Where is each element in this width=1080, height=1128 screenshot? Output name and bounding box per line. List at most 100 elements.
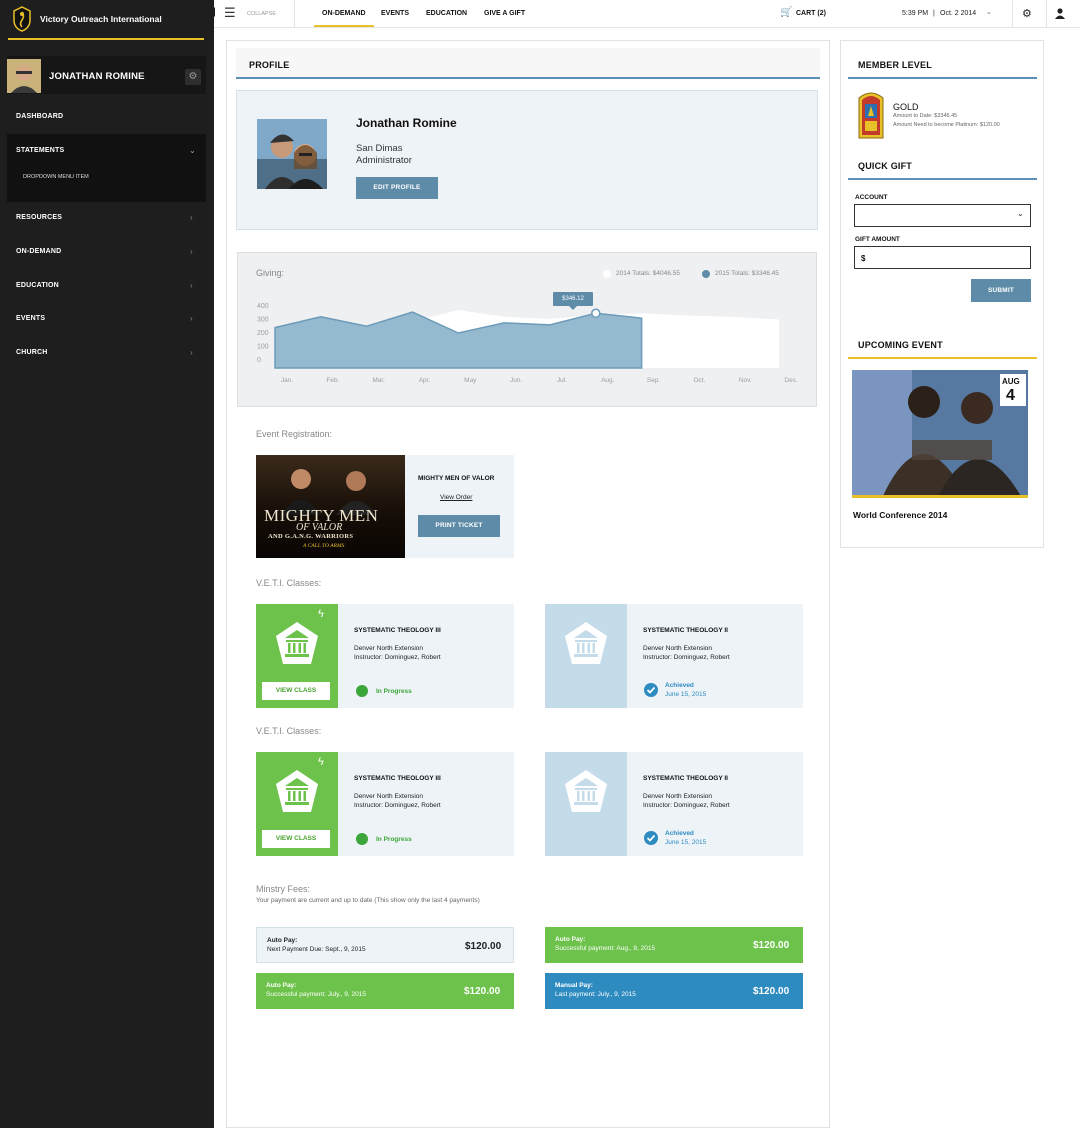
chevron-right-icon: › [190,247,193,256]
institution-icon [276,770,318,812]
x-tick-label: Jan. [281,377,293,384]
heading-underline [848,77,1037,79]
cart-link[interactable]: CART (2) [796,10,826,17]
member-amount-needed: Amount Need to become Platinum: $120.00 [893,122,1000,128]
x-tick-label: May [464,377,477,384]
payment-type: Auto Pay: [555,936,586,943]
heading-underline [848,357,1037,359]
veti-classes-title: V.E.T.I. Classes: [256,578,322,588]
payment-detail: Next Payment Due: Sept., 9, 2015 [267,946,366,953]
fees-title: Minstry Fees: [256,884,311,894]
class-name: SYSTEMATIC THEOLOGY III [354,627,441,634]
class-status: In Progress [376,688,412,695]
sidebar-item-dashboard[interactable]: DASHBOARD [16,113,63,120]
sidebar-item-education[interactable]: EDUCATION [16,282,59,289]
clock-time: 5:39 PM [902,10,929,17]
chevron-down-icon[interactable]: ⌄ [189,146,196,155]
gift-amount-input[interactable]: $ [854,246,1031,269]
class-instructor: Instructor: Dominguez, Robert [354,654,441,661]
poster-tagline: AND G.A.N.G. WARRIORS [268,533,354,540]
profile-role: Administrator [356,155,412,166]
view-class-button[interactable]: VIEW CLASS [262,830,330,848]
highlight-point[interactable] [591,308,601,319]
quick-gift-heading: QUICK GIFT [858,161,912,171]
class-card: SYSTEMATIC THEOLOGY II Denver North Exte… [545,604,803,708]
print-ticket-button[interactable]: PRINT TICKET [418,515,500,537]
tab-give-a-gift[interactable]: GIVE A GIFT [484,10,525,17]
user-avatar[interactable] [7,59,41,93]
payment-detail: Successful payment: Aug., 9, 2015 [555,945,656,952]
active-tab-underline [314,25,374,27]
sidebar-statements-expanded: STATEMENTS ⌄ DROPDOWN MENU ITEM [7,134,206,202]
poster-call: A CALL TO ARMS [303,543,345,549]
sidebar-item-on-demand[interactable]: ON-DEMAND [16,248,61,255]
legend-2014-dot [603,270,611,278]
x-tick-label: Aug. [601,377,615,384]
hamburger-menu-icon[interactable]: ☰ [224,6,236,19]
member-level-heading: MEMBER LEVEL [858,60,932,70]
tab-education[interactable]: EDUCATION [426,10,467,17]
x-tick-label: Jul. [557,377,567,384]
legend-2015-dot [702,270,710,278]
submit-gift-button[interactable]: SUBMIT [971,279,1031,302]
user-account-icon[interactable] [1055,8,1065,19]
y-tick-label: 300 [257,317,269,324]
payment-card: Auto Pay: Next Payment Due: Sept., 9, 20… [256,927,514,963]
giving-chart[interactable]: 400 300 200 100 0 Jan. Feb. Mar. Apr. May Jun. Jul.… [237,290,817,400]
settings-gear-icon[interactable]: ⚙ [1022,7,1032,20]
tab-events[interactable]: EVENTS [381,10,409,17]
event-name: MIGHTY MEN OF VALOR [418,475,495,482]
legend-2014-label: 2014 Totals: $4046.55 [616,270,680,277]
x-tick-label: Feb. [326,377,339,384]
profile-name: Jonathan Romine [356,116,457,130]
poster-subtitle: OF VALOR [296,522,343,533]
event-date-badge: AUG 4 [1000,374,1026,406]
achieved-check-icon [644,683,658,697]
divider [1012,0,1013,27]
collapse-link[interactable]: COLLAPSE [247,11,276,17]
achieved-check-icon [644,831,658,845]
divider [1046,0,1047,27]
class-achieved-date: June 15, 2015 [665,839,707,846]
profile-heading: PROFILE [249,60,290,70]
fees-subtitle: Your payment are current and up to date … [256,897,480,904]
sidebar-subitem-dropdown[interactable]: DROPDOWN MENU ITEM [23,174,89,180]
payment-amount: $120.00 [464,986,501,997]
upcoming-event-name[interactable]: World Conference 2014 [853,510,947,520]
class-card: SYSTEMATIC THEOLOGY II Denver North Exte… [545,752,803,856]
gift-amount-label: GIFT AMOUNT [855,236,900,243]
chart-tooltip: $346.12 [553,292,593,306]
account-label: ACCOUNT [855,194,888,201]
sidebar-item-statements[interactable]: STATEMENTS [16,147,64,154]
x-tick-label: Mar. [372,377,385,384]
edit-profile-button[interactable]: EDIT PROFILE [356,177,438,199]
account-select[interactable]: ⌄ [854,204,1031,227]
profile-city: San Dimas [356,143,403,154]
view-class-button[interactable]: VIEW CLASS [262,682,330,700]
user-settings-gear-icon[interactable]: ⚙ [185,69,201,85]
x-tick-label: Dec. [784,377,798,384]
class-location: Denver North Extension [643,793,713,800]
member-amount-to-date: Amount to Date: $3346.45 [893,113,958,119]
sidebar-item-resources[interactable]: RESOURCES [16,214,62,221]
cart-icon[interactable]: 🛒 [780,7,792,18]
class-instructor: Instructor: Dominguez, Robert [643,802,730,809]
brand-header[interactable]: Victory Outreach International [8,0,204,40]
brand-name: Victory Outreach International [40,14,162,24]
user-name: JONATHAN ROMINE [49,71,145,82]
class-name: SYSTEMATIC THEOLOGY III [354,775,441,782]
gold-badge-icon [858,92,884,139]
upcoming-event-image[interactable]: AUG 4 [852,370,1028,498]
sidebar-item-church[interactable]: CHURCH [16,349,48,356]
sidebar-item-events[interactable]: EVENTS [16,315,45,322]
profile-heading-bar [236,48,820,78]
payment-type: Auto Pay: [266,982,297,989]
tab-on-demand[interactable]: ON-DEMAND [322,10,366,17]
in-progress-dot-icon [356,833,368,845]
heading-underline [848,178,1037,180]
payment-type: Manual Pay: [555,982,593,989]
top-bar: ☰ COLLAPSE ON-DEMAND EVENTS EDUCATION GI… [210,0,1080,28]
view-order-link[interactable]: View Order [440,494,472,501]
divider [294,0,295,27]
chevron-down-icon[interactable]: ⌄ [986,8,992,16]
